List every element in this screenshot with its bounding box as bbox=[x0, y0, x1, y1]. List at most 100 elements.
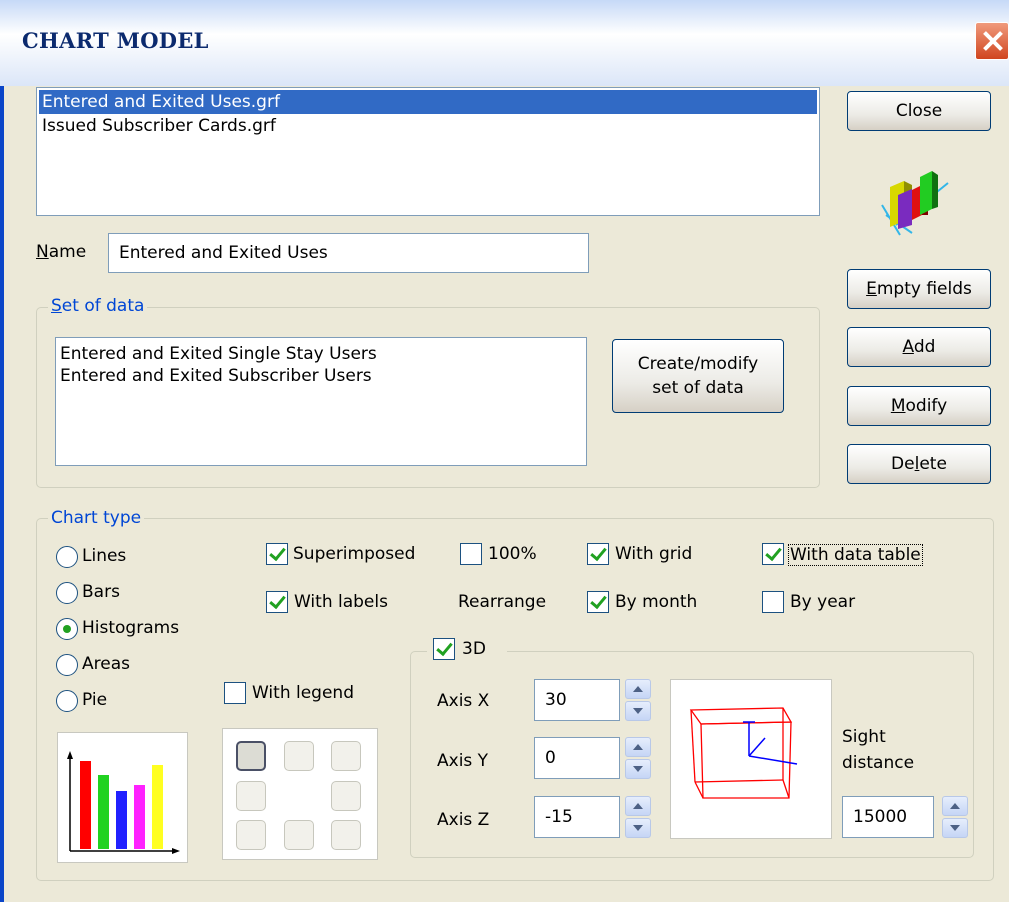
axis-x-input[interactable]: 30 bbox=[534, 679, 620, 721]
list-item[interactable]: Entered and Exited Uses.grf bbox=[39, 90, 817, 114]
legend-slot-top[interactable] bbox=[284, 741, 314, 771]
axis-y-label: Axis Y bbox=[437, 751, 489, 771]
legend-slot-left[interactable] bbox=[236, 781, 266, 811]
chart-type-legend: Chart type bbox=[48, 508, 145, 528]
pct100-checkbox[interactable]: 100% bbox=[460, 543, 570, 569]
radio-label: Pie bbox=[82, 690, 108, 710]
radio-bars[interactable]: Bars bbox=[56, 580, 196, 606]
checkbox-box[interactable] bbox=[266, 591, 288, 613]
axis-z-label: Axis Z bbox=[437, 810, 490, 830]
preview-bar bbox=[80, 761, 91, 849]
superimposed-checkbox[interactable]: Superimposed bbox=[266, 543, 436, 569]
radio-histograms[interactable]: Histograms bbox=[56, 616, 206, 642]
chart-file-list[interactable]: Entered and Exited Uses.grf Issued Subsc… bbox=[36, 87, 820, 216]
checkbox-box[interactable] bbox=[762, 543, 784, 565]
chart-type-preview bbox=[57, 732, 188, 863]
radio-label: Lines bbox=[82, 546, 127, 566]
spin-down-icon[interactable] bbox=[942, 818, 968, 838]
window-border bbox=[0, 86, 4, 902]
checkbox-box[interactable] bbox=[762, 591, 784, 613]
radio-label: Bars bbox=[82, 582, 120, 602]
preview-bar bbox=[98, 775, 109, 849]
three-d-checkbox[interactable]: 3D bbox=[427, 638, 507, 664]
axis-x-spinner[interactable] bbox=[625, 679, 651, 721]
checkbox-label: 100% bbox=[488, 544, 537, 564]
delete-button[interactable]: Delete bbox=[847, 444, 991, 484]
radio-button[interactable] bbox=[56, 546, 78, 568]
sight-label-line: distance bbox=[842, 753, 915, 773]
spin-up-icon[interactable] bbox=[625, 796, 651, 816]
legend-position-grid bbox=[222, 728, 378, 860]
legend-slot-top-right[interactable] bbox=[331, 741, 361, 771]
by-year-checkbox[interactable]: By year bbox=[762, 591, 872, 617]
list-item[interactable]: Issued Subscriber Cards.grf bbox=[39, 114, 817, 138]
with-labels-checkbox[interactable]: With labels bbox=[266, 591, 416, 617]
spin-down-icon[interactable] bbox=[625, 701, 651, 721]
spin-up-icon[interactable] bbox=[625, 737, 651, 757]
spin-down-icon[interactable] bbox=[625, 759, 651, 779]
with-data-table-checkbox[interactable]: With data table bbox=[762, 543, 947, 569]
window-title: CHART MODEL bbox=[22, 28, 209, 53]
preview-bar bbox=[152, 765, 163, 849]
empty-fields-label: Empty fields bbox=[866, 279, 972, 299]
sight-distance-label: Sight distance bbox=[842, 724, 914, 776]
checkbox-box[interactable] bbox=[587, 591, 609, 613]
radio-button[interactable] bbox=[56, 618, 78, 640]
axis-y-input[interactable]: 0 bbox=[534, 737, 620, 779]
histogram-preview-icon bbox=[67, 751, 180, 854]
rearrange-label: Rearrange bbox=[458, 592, 547, 612]
checkbox-label: 3D bbox=[462, 639, 486, 659]
with-legend-checkbox[interactable]: With legend bbox=[224, 682, 374, 708]
radio-pie[interactable]: Pie bbox=[56, 688, 196, 714]
modify-button[interactable]: Modify bbox=[847, 386, 991, 426]
name-input[interactable]: Entered and Exited Uses bbox=[108, 233, 589, 273]
radio-button[interactable] bbox=[56, 582, 78, 604]
spin-up-icon[interactable] bbox=[625, 679, 651, 699]
chart-model-icon bbox=[881, 171, 949, 236]
axis-z-input[interactable]: -15 bbox=[534, 796, 620, 838]
spin-up-icon[interactable] bbox=[942, 796, 968, 816]
radio-label: Histograms bbox=[82, 618, 180, 638]
add-button[interactable]: Add bbox=[847, 327, 991, 367]
preview-bar bbox=[116, 791, 127, 849]
axis-z-spinner[interactable] bbox=[625, 796, 651, 838]
data-set-list[interactable]: Entered and Exited Single Stay Users Ent… bbox=[55, 337, 587, 466]
set-of-data-legend: Set of data bbox=[48, 296, 148, 316]
list-item[interactable]: Entered and Exited Subscriber Users bbox=[60, 366, 582, 390]
radio-button[interactable] bbox=[56, 654, 78, 676]
legend-slot-bottom[interactable] bbox=[284, 820, 314, 850]
radio-areas[interactable]: Areas bbox=[56, 652, 196, 678]
axis-y-spinner[interactable] bbox=[625, 737, 651, 779]
radio-button[interactable] bbox=[56, 690, 78, 712]
window-close-icon[interactable] bbox=[975, 22, 1009, 60]
checkbox-box[interactable] bbox=[460, 543, 482, 565]
checkbox-label: By month bbox=[615, 592, 698, 612]
radio-label: Areas bbox=[82, 654, 130, 674]
checkbox-box[interactable] bbox=[433, 638, 455, 660]
radio-lines[interactable]: Lines bbox=[56, 544, 196, 570]
legend-slot-top-left[interactable] bbox=[236, 741, 266, 771]
checkbox-box[interactable] bbox=[266, 543, 288, 565]
checkbox-label: With data table bbox=[788, 544, 923, 566]
three-d-box-icon bbox=[689, 707, 798, 799]
list-item[interactable]: Entered and Exited Single Stay Users bbox=[60, 342, 582, 366]
checkbox-box[interactable] bbox=[587, 543, 609, 565]
legend-slot-bottom-left[interactable] bbox=[236, 820, 266, 850]
sight-distance-input[interactable]: 15000 bbox=[842, 796, 934, 838]
legend-slot-bottom-right[interactable] bbox=[331, 820, 361, 850]
with-grid-checkbox[interactable]: With grid bbox=[587, 543, 717, 569]
checkbox-label: With grid bbox=[615, 544, 693, 564]
sight-label-line: Sight bbox=[842, 727, 886, 747]
close-button[interactable]: Close bbox=[847, 91, 991, 131]
checkbox-label: By year bbox=[790, 592, 856, 612]
empty-fields-button[interactable]: Empty fields bbox=[847, 269, 991, 309]
three-d-preview bbox=[670, 679, 832, 839]
sight-distance-spinner[interactable] bbox=[942, 796, 968, 838]
create-modify-set-button[interactable]: Create/modify set of data bbox=[612, 339, 784, 413]
spin-down-icon[interactable] bbox=[625, 818, 651, 838]
by-month-checkbox[interactable]: By month bbox=[587, 591, 717, 617]
checkbox-label: With legend bbox=[252, 683, 354, 703]
axis-x-label: Axis X bbox=[437, 691, 490, 711]
legend-slot-right[interactable] bbox=[331, 781, 361, 811]
checkbox-box[interactable] bbox=[224, 682, 246, 704]
